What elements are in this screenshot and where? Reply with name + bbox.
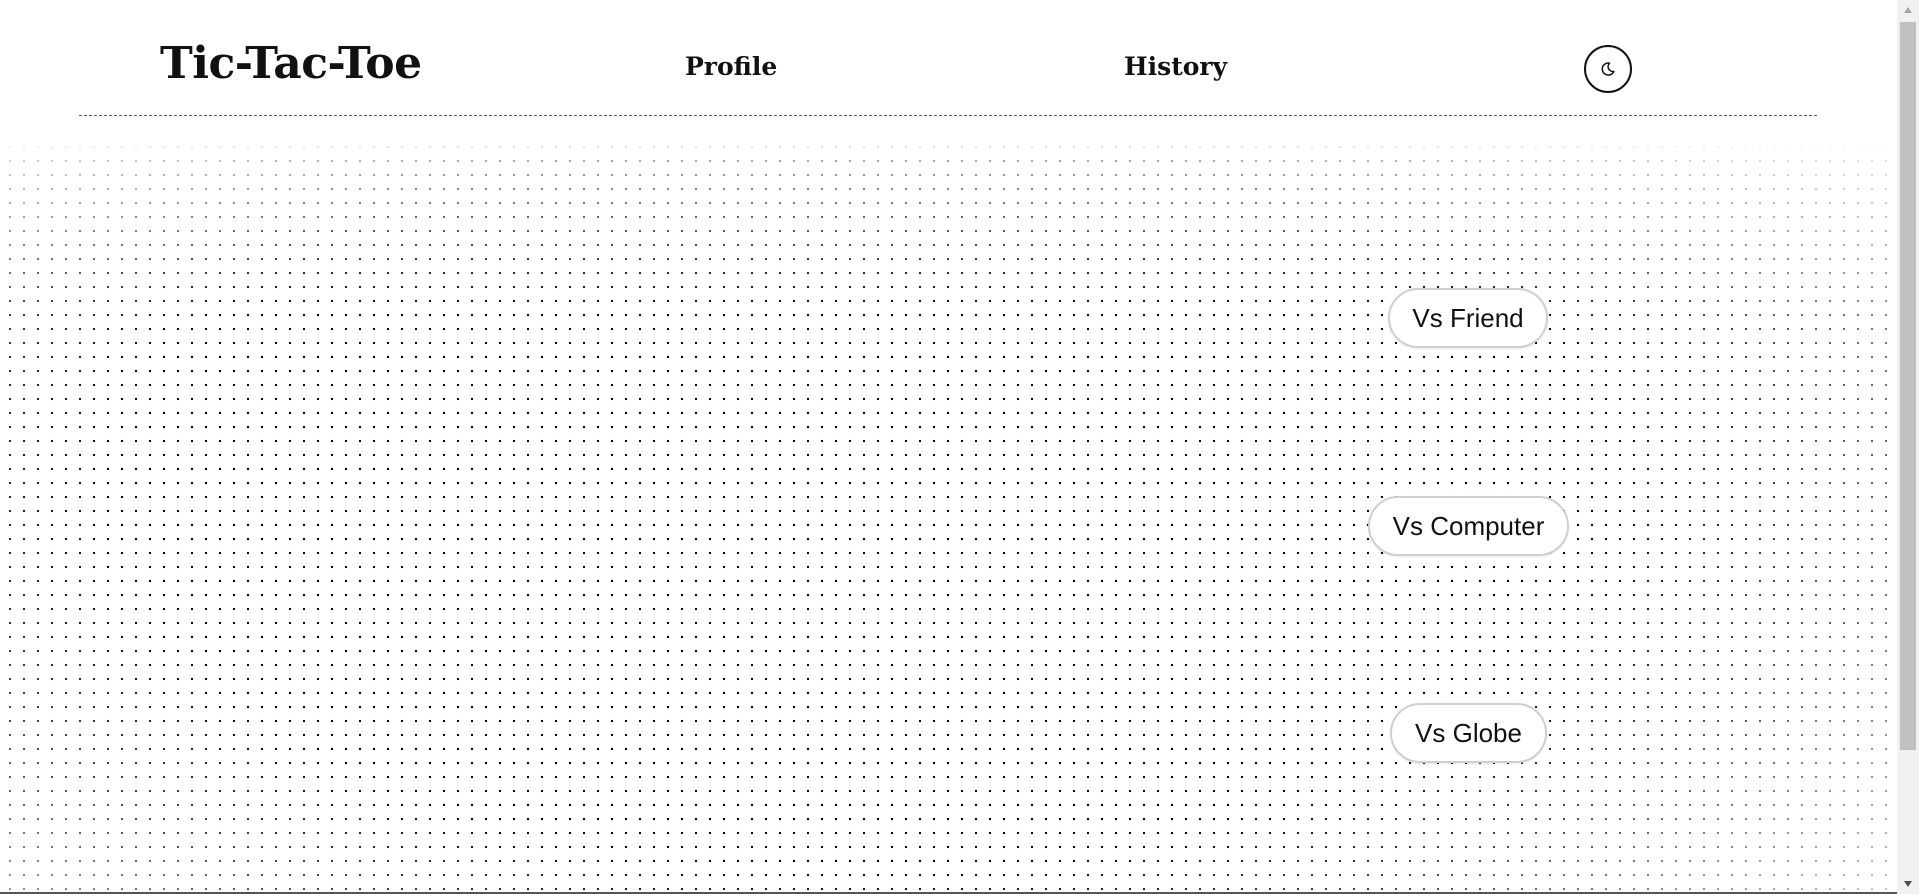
nav-profile-link[interactable]: Profile <box>685 52 777 81</box>
moon-icon <box>1601 62 1615 76</box>
vs-friend-button[interactable]: Vs Friend <box>1388 288 1548 348</box>
vertical-scrollbar[interactable] <box>1897 0 1919 894</box>
scroll-up-arrow-icon[interactable] <box>1897 0 1919 20</box>
vs-globe-button[interactable]: Vs Globe <box>1390 703 1547 763</box>
nav-history-link[interactable]: History <box>1124 52 1227 81</box>
header-divider <box>79 115 1817 116</box>
scrollbar-thumb[interactable] <box>1900 22 1916 750</box>
vs-computer-button[interactable]: Vs Computer <box>1368 496 1569 556</box>
app-title: Tic-Tac-Toe <box>160 38 422 89</box>
theme-toggle-button[interactable] <box>1584 45 1632 93</box>
top-navbar: Tic-Tac-Toe Profile History <box>0 0 1897 117</box>
scroll-down-arrow-icon[interactable] <box>1897 874 1919 894</box>
background-fade <box>0 0 1897 894</box>
dotted-background: Tic-Tac-Toe Profile History Vs Friend Vs… <box>0 0 1897 894</box>
